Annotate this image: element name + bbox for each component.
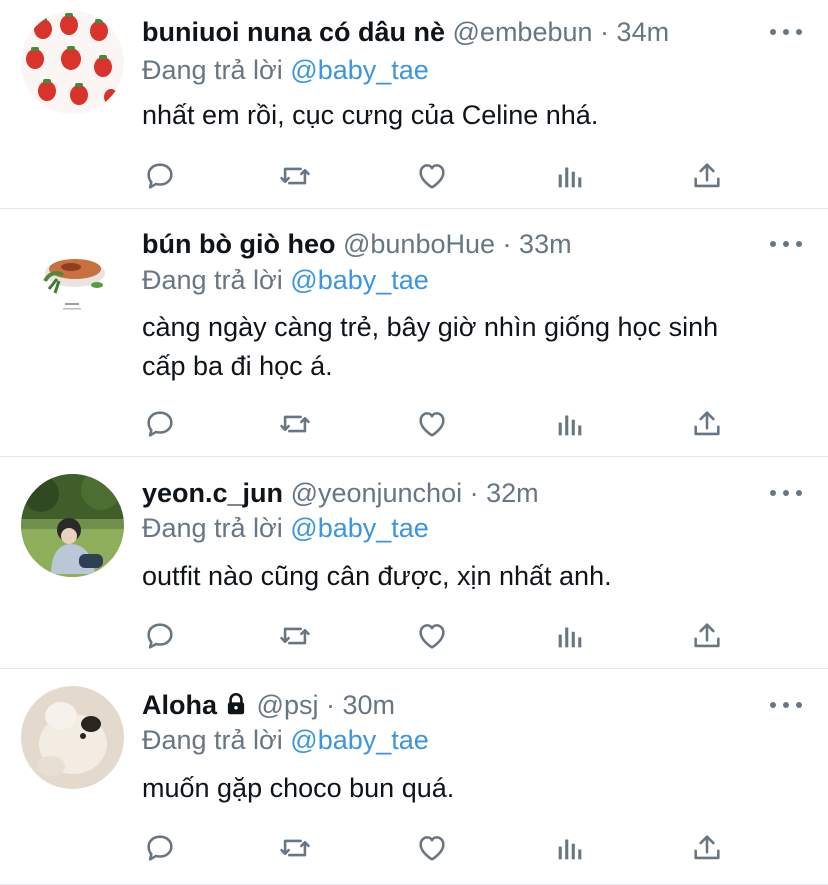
reply-button[interactable] xyxy=(140,156,180,196)
reply-tweet[interactable]: Aloha @psj · 30m Đang trả lời @baby_tae … xyxy=(0,669,828,885)
display-name[interactable]: Aloha xyxy=(142,690,217,720)
user-handle[interactable]: @bunboHue xyxy=(343,229,495,259)
separator: · xyxy=(325,690,335,720)
retweet-icon xyxy=(280,839,310,857)
share-icon xyxy=(694,411,720,436)
display-name[interactable]: yeon.c_jun xyxy=(142,478,283,508)
analytics-icon xyxy=(558,167,582,188)
reply-icon xyxy=(147,835,173,861)
replying-to: Đang trả lời @baby_tae xyxy=(142,510,429,546)
analytics-button[interactable] xyxy=(550,404,590,444)
share-button[interactable] xyxy=(687,828,727,868)
tweet-text: outfit nào cũng cân được, xịn nhất anh. xyxy=(142,561,612,591)
action-bar xyxy=(140,156,740,196)
tweet-header: buniuoi nuna có dâu nè @embebun · 34m xyxy=(142,12,768,52)
retweet-button[interactable] xyxy=(275,156,315,196)
retweet-button[interactable] xyxy=(275,616,315,656)
reply-tweet[interactable]: yeon.c_jun @yeonjunchoi · 32m Đang trả l… xyxy=(0,457,828,669)
share-icon xyxy=(694,835,720,860)
like-button[interactable] xyxy=(412,156,452,196)
analytics-icon xyxy=(558,627,582,648)
retweet-icon xyxy=(280,627,310,645)
replying-to: Đang trả lời @baby_tae xyxy=(142,722,429,758)
action-bar xyxy=(140,616,740,656)
user-handle[interactable]: @embebun xyxy=(453,17,593,47)
mention-link[interactable]: @baby_tae xyxy=(290,265,429,295)
mention-link[interactable]: @baby_tae xyxy=(290,55,429,85)
share-button[interactable] xyxy=(687,616,727,656)
mention-link[interactable]: @baby_tae xyxy=(290,513,429,543)
more-icon[interactable] xyxy=(770,234,802,254)
analytics-icon xyxy=(558,839,582,860)
display-name[interactable]: buniuoi nuna có dâu nè xyxy=(142,17,445,47)
replying-to-label: Đang trả lời xyxy=(142,725,283,755)
reply-button[interactable] xyxy=(140,404,180,444)
like-icon xyxy=(419,164,445,189)
user-handle[interactable]: @yeonjunchoi xyxy=(291,478,463,508)
timestamp[interactable]: 32m xyxy=(486,478,539,508)
analytics-icon xyxy=(558,415,582,436)
more-icon[interactable] xyxy=(770,695,802,715)
timestamp[interactable]: 30m xyxy=(343,690,396,720)
tweet-header: bún bò giò heo @bunboHue · 33m xyxy=(142,224,768,264)
reply-icon xyxy=(147,411,173,437)
like-icon xyxy=(419,836,445,861)
user-handle[interactable]: @psj xyxy=(257,690,319,720)
share-button[interactable] xyxy=(687,156,727,196)
replying-to: Đang trả lời @baby_tae xyxy=(142,52,429,88)
analytics-button[interactable] xyxy=(550,156,590,196)
display-name[interactable]: bún bò giò heo xyxy=(142,229,335,259)
analytics-button[interactable] xyxy=(550,616,590,656)
avatar[interactable] xyxy=(21,686,124,789)
retweet-button[interactable] xyxy=(275,828,315,868)
timestamp[interactable]: 34m xyxy=(617,17,670,47)
replying-to-label: Đang trả lời xyxy=(142,55,283,85)
reply-tweet[interactable]: bún bò giò heo @bunboHue · 33m Đang trả … xyxy=(0,209,828,457)
like-button[interactable] xyxy=(412,616,452,656)
mention-link[interactable]: @baby_tae xyxy=(290,725,429,755)
tweet-text: càng ngày càng trẻ, bây giờ nhìn giống h… xyxy=(142,312,719,381)
share-button[interactable] xyxy=(687,404,727,444)
timestamp[interactable]: 33m xyxy=(519,229,572,259)
reply-button[interactable] xyxy=(140,616,180,656)
tweet-text: muốn gặp choco bun quá. xyxy=(142,773,455,803)
tweet-header: Aloha @psj · 30m xyxy=(142,685,768,725)
replying-to: Đang trả lời @baby_tae xyxy=(142,262,429,298)
reply-tweet[interactable]: buniuoi nuna có dâu nè @embebun · 34m Đa… xyxy=(0,0,828,209)
tweet-text: nhất em rồi, cục cưng của Celine nhá. xyxy=(142,100,599,130)
reply-icon xyxy=(147,163,173,189)
share-icon xyxy=(694,623,720,648)
replying-to-label: Đang trả lời xyxy=(142,513,283,543)
separator: · xyxy=(502,229,512,259)
avatar[interactable] xyxy=(21,474,124,577)
retweet-icon xyxy=(280,167,310,185)
more-icon[interactable] xyxy=(770,483,802,503)
like-button[interactable] xyxy=(412,404,452,444)
like-icon xyxy=(419,624,445,649)
action-bar xyxy=(140,404,740,444)
action-bar xyxy=(140,828,740,868)
reply-button[interactable] xyxy=(140,828,180,868)
tweet-header: yeon.c_jun @yeonjunchoi · 32m xyxy=(142,473,768,513)
replying-to-label: Đang trả lời xyxy=(142,265,283,295)
share-icon xyxy=(694,163,720,188)
retweet-button[interactable] xyxy=(275,404,315,444)
like-icon xyxy=(419,412,445,437)
more-icon[interactable] xyxy=(770,22,802,42)
lock-icon xyxy=(227,693,245,715)
analytics-button[interactable] xyxy=(550,828,590,868)
avatar[interactable] xyxy=(21,11,124,114)
like-button[interactable] xyxy=(412,828,452,868)
reply-icon xyxy=(147,623,173,649)
separator: · xyxy=(469,478,479,508)
avatar[interactable] xyxy=(21,223,124,326)
separator: · xyxy=(600,17,610,47)
retweet-icon xyxy=(280,415,310,433)
